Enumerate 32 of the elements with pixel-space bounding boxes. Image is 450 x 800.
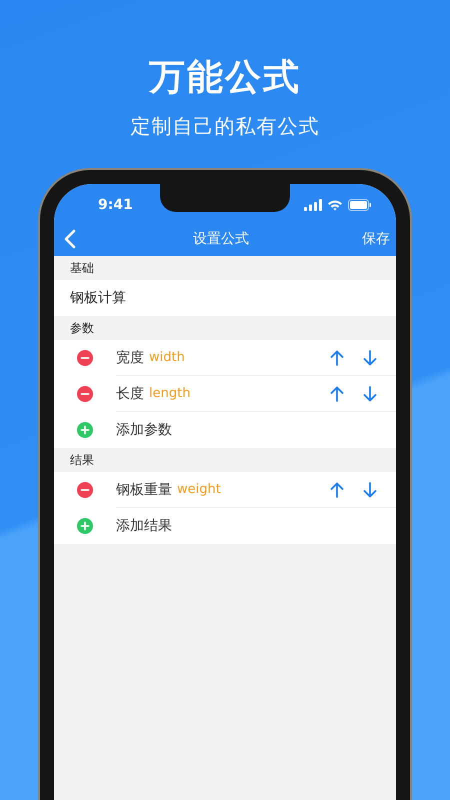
remove-icon[interactable] [77, 350, 93, 366]
move-up-icon[interactable] [330, 386, 344, 402]
headline: 万能公式 [149, 56, 301, 100]
subtitle: 定制自己的私有公式 [130, 113, 320, 140]
save-button[interactable]: 保存 [362, 228, 390, 250]
variable-name: length [149, 386, 190, 401]
add-icon[interactable] [77, 422, 93, 438]
remove-icon[interactable] [77, 386, 93, 402]
status-time: 9:41 [98, 197, 133, 213]
name-field[interactable]: 钢板计算 [70, 289, 126, 307]
row-label: 宽度 [116, 348, 144, 366]
battery-icon [348, 199, 372, 211]
variable-name: width [149, 350, 185, 365]
row-label: 长度 [116, 384, 144, 402]
add-row-label[interactable]: 添加结果 [116, 517, 172, 535]
section-header: 参数 [69, 320, 95, 337]
move-up-icon[interactable] [330, 482, 344, 498]
back-chevron-icon [64, 229, 76, 249]
move-down-icon[interactable] [363, 482, 377, 498]
move-up-icon[interactable] [330, 350, 344, 366]
row-label: 钢板重量 [116, 480, 172, 498]
add-row-label[interactable]: 添加参数 [116, 421, 172, 439]
section-header: 结果 [69, 452, 95, 469]
section-header: 基础 [69, 260, 95, 277]
nav-title: 设置公式 [193, 230, 249, 248]
variable-name: weight [177, 482, 221, 497]
signal-icon [304, 199, 322, 211]
move-down-icon[interactable] [363, 386, 377, 402]
wifi-icon [327, 199, 343, 211]
remove-icon[interactable] [77, 482, 93, 498]
add-icon[interactable] [77, 518, 93, 534]
move-down-icon[interactable] [363, 350, 377, 366]
